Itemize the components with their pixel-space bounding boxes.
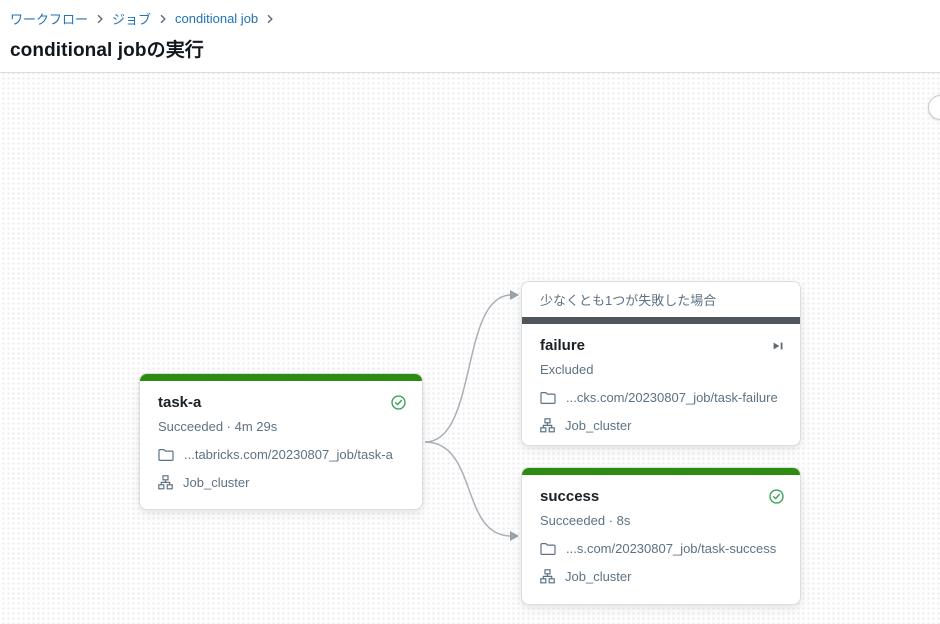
dag-canvas[interactable]: task-a Succeeded · 4m 29s ...tabricks.co… <box>0 73 940 624</box>
canvas-control-button[interactable] <box>928 95 940 120</box>
task-status: Succeeded · 8s <box>540 513 784 528</box>
breadcrumb: ワークフロー ジョブ conditional job <box>10 9 930 28</box>
task-notebook-path: ...tabricks.com/20230807_job/task-a <box>184 447 393 462</box>
skip-icon <box>772 340 784 352</box>
cluster-icon <box>540 569 555 584</box>
cluster-icon <box>158 475 173 490</box>
edge-task-a-to-failure <box>425 295 511 442</box>
breadcrumb-jobs-link[interactable]: ジョブ <box>112 9 151 28</box>
task-notebook-path: ...s.com/20230807_job/task-success <box>566 541 776 556</box>
task-cluster-name: Job_cluster <box>183 475 249 490</box>
breadcrumb-workflows-link[interactable]: ワークフロー <box>10 9 88 28</box>
status-bar-succeeded <box>140 374 422 381</box>
task-title: success <box>540 488 599 505</box>
status-bar-excluded <box>522 317 800 324</box>
chevron-right-icon <box>95 14 105 24</box>
task-cluster-name: Job_cluster <box>565 418 631 433</box>
chevron-right-icon <box>158 14 168 24</box>
folder-icon <box>540 542 556 556</box>
folder-icon <box>540 391 556 405</box>
task-card-failure[interactable]: 少なくとも1つが失敗した場合 failure Excluded ...cks.c… <box>521 281 801 446</box>
status-bar-succeeded <box>522 468 800 475</box>
task-status: Excluded <box>540 362 784 377</box>
task-title: task-a <box>158 394 201 411</box>
task-condition-label: 少なくとも1つが失敗した場合 <box>522 282 800 317</box>
page-title: conditional jobの実行 <box>10 35 930 62</box>
arrowhead-icon <box>510 290 519 300</box>
folder-icon <box>158 448 174 462</box>
task-notebook-path: ...cks.com/20230807_job/task-failure <box>566 390 778 405</box>
arrowhead-icon <box>510 531 519 541</box>
breadcrumb-job-link[interactable]: conditional job <box>175 11 258 26</box>
job-run-page: ワークフロー ジョブ conditional job conditional j… <box>0 0 940 624</box>
task-card-success[interactable]: success Succeeded · 8s ...s.com/20230807… <box>521 467 801 605</box>
page-header: ワークフロー ジョブ conditional job conditional j… <box>0 0 940 72</box>
cluster-icon <box>540 418 555 433</box>
task-card-task-a[interactable]: task-a Succeeded · 4m 29s ...tabricks.co… <box>139 373 423 510</box>
check-circle-icon <box>391 395 406 410</box>
chevron-right-icon <box>265 14 275 24</box>
check-circle-icon <box>769 489 784 504</box>
task-cluster-name: Job_cluster <box>565 569 631 584</box>
task-title: failure <box>540 337 585 354</box>
edge-task-a-to-success <box>425 442 511 536</box>
task-status: Succeeded · 4m 29s <box>158 419 406 434</box>
